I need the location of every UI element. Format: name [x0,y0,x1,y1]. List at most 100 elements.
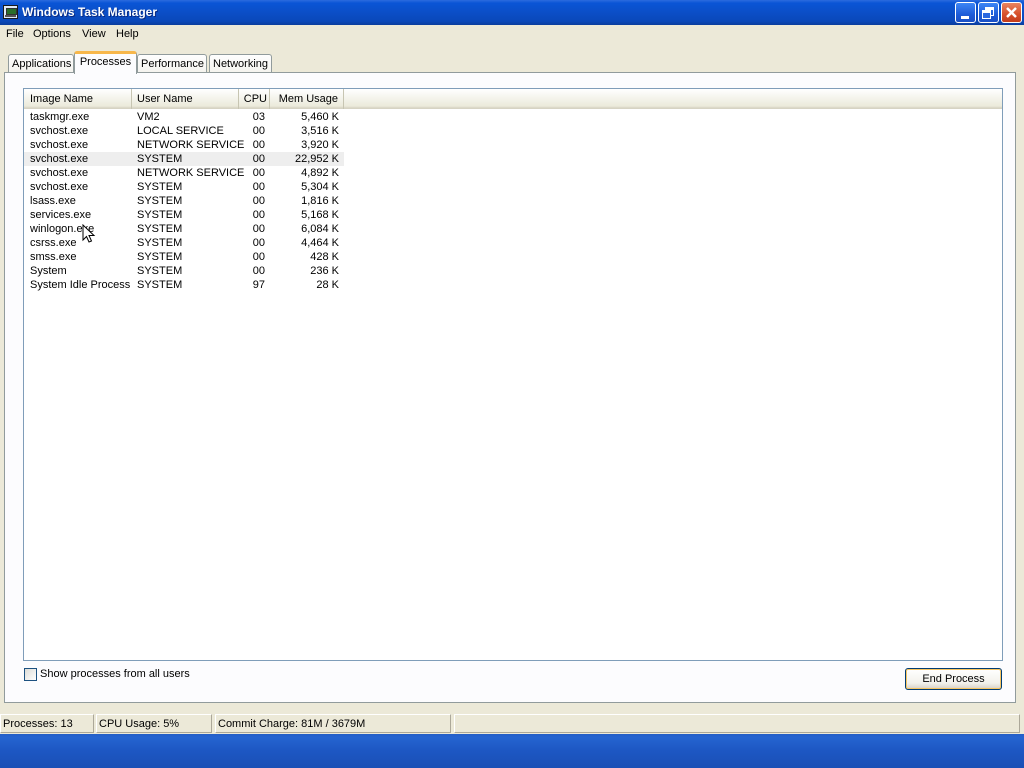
taskbar [0,734,1024,768]
process-mem-usage: 3,516 K [301,125,339,137]
process-mem-usage: 5,460 K [301,111,339,123]
process-mem-usage: 28 K [316,279,339,291]
table-row[interactable]: services.exe SYSTEM 00 5,168 K [24,208,1002,222]
process-rows: taskmgr.exe VM2 03 5,460 K svchost.exe LOCAL … [24,110,1002,292]
status-commit-charge: Commit Charge: 81M / 3679M [215,714,451,733]
table-row[interactable]: svchost.exe NETWORK SERVICE 00 4,892 K [24,166,1002,180]
process-image-name: svchost.exe [30,139,89,151]
column-header-cpu[interactable]: CPU [239,89,270,109]
process-image-name: services.exe [30,209,92,221]
process-image-name: lsass.exe [30,195,76,207]
process-image-name: svchost.exe [24,152,132,166]
process-image-name: svchost.exe [30,125,89,137]
process-mem-usage: 3,920 K [301,139,339,151]
task-manager-icon[interactable] [3,5,18,19]
process-mem-usage: 5,304 K [301,181,339,193]
close-icon [1006,7,1017,18]
status-empty-pane [454,714,1020,733]
status-cpu-usage: CPU Usage: 5% [96,714,212,733]
tab-networking[interactable]: Networking [209,54,272,73]
column-header-user-name[interactable]: User Name [132,89,239,109]
process-mem-usage: 6,084 K [301,223,339,235]
process-cpu: 00 [252,139,265,151]
table-row[interactable]: csrss.exe SYSTEM 00 4,464 K [24,236,1002,250]
process-user-name: SYSTEM [132,152,239,166]
process-user-name: SYSTEM [137,209,183,221]
table-row[interactable]: svchost.exe SYSTEM 00 5,304 K [24,180,1002,194]
process-cpu: 00 [252,167,265,179]
process-list[interactable]: Image Name User Name CPU Mem Usage taskm… [23,88,1003,661]
mouse-pointer-icon [82,224,96,243]
process-mem-usage: 4,892 K [301,167,339,179]
process-cpu: 00 [252,251,265,263]
restore-button[interactable] [978,2,999,23]
process-user-name: SYSTEM [137,195,183,207]
process-cpu: 00 [252,195,265,207]
show-all-users-label[interactable]: Show processes from all users [40,668,190,680]
menu-bar: File Options View Help [0,25,1024,45]
process-cpu: 00 [239,152,270,166]
tab-applications[interactable]: Applications [8,54,74,73]
process-cpu: 00 [252,237,265,249]
process-mem-usage: 1,816 K [301,195,339,207]
process-mem-usage: 428 K [310,251,339,263]
tab-performance[interactable]: Performance [137,54,207,73]
end-process-button[interactable]: End Process [905,668,1002,690]
table-row[interactable]: taskmgr.exe VM2 03 5,460 K [24,110,1002,124]
process-image-name: svchost.exe [30,181,89,193]
status-processes: Processes: 13 [0,714,94,733]
table-row[interactable]: winlogon.exe SYSTEM 00 6,084 K [24,222,1002,236]
process-mem-usage: 236 K [310,265,339,277]
process-cpu: 00 [252,125,265,137]
restore-icon-back [982,10,991,19]
process-cpu: 03 [252,111,265,123]
process-user-name: NETWORK SERVICE [137,167,245,179]
process-cpu: 97 [252,279,265,291]
window-title: Windows Task Manager [22,5,158,19]
column-header-image-name[interactable]: Image Name [24,89,132,109]
process-mem-usage: 5,168 K [301,209,339,221]
process-user-name: NETWORK SERVICE [137,139,245,151]
process-image-name: smss.exe [30,251,77,263]
menu-file[interactable]: File [6,28,24,40]
process-user-name: SYSTEM [137,251,183,263]
minimize-icon [961,16,969,19]
process-image-name: System Idle Process [30,279,131,291]
table-row[interactable]: smss.exe SYSTEM 00 428 K [24,250,1002,264]
list-header: Image Name User Name CPU Mem Usage [24,89,1002,109]
process-user-name: VM2 [137,111,160,123]
minimize-button[interactable] [955,2,976,23]
menu-help[interactable]: Help [116,28,139,40]
process-image-name: csrss.exe [30,237,77,249]
status-bar: Processes: 13 CPU Usage: 5% Commit Charg… [0,712,1024,734]
tab-processes[interactable]: Processes [74,51,137,74]
process-image-name: System [30,265,67,277]
process-cpu: 00 [252,209,265,221]
process-user-name: SYSTEM [137,265,183,277]
menu-options[interactable]: Options [33,28,71,40]
table-row[interactable]: svchost.exe NETWORK SERVICE 00 3,920 K [24,138,1002,152]
process-user-name: SYSTEM [137,223,183,235]
process-user-name: SYSTEM [137,237,183,249]
process-user-name: SYSTEM [137,279,183,291]
process-image-name: taskmgr.exe [30,111,90,123]
table-row[interactable]: System SYSTEM 00 236 K [24,264,1002,278]
table-row[interactable]: svchost.exe LOCAL SERVICE 00 3,516 K [24,124,1002,138]
process-cpu: 00 [252,181,265,193]
process-mem-usage: 4,464 K [301,237,339,249]
process-user-name: LOCAL SERVICE [137,125,224,137]
table-row[interactable]: svchost.exe SYSTEM 00 22,952 K [24,152,1002,166]
show-all-users-checkbox[interactable] [24,668,37,681]
menu-view[interactable]: View [82,28,106,40]
table-row[interactable]: lsass.exe SYSTEM 00 1,816 K [24,194,1002,208]
process-image-name: svchost.exe [30,167,89,179]
process-user-name: SYSTEM [137,181,183,193]
column-header-mem-usage[interactable]: Mem Usage [270,89,344,109]
process-cpu: 00 [252,223,265,235]
title-bar: Windows Task Manager [0,0,1024,25]
process-image-name: winlogon.exe [30,223,95,235]
close-button[interactable] [1001,2,1022,23]
process-cpu: 00 [252,265,265,277]
table-row[interactable]: System Idle Process SYSTEM 97 28 K [24,278,1002,292]
process-mem-usage: 22,952 K [270,152,344,166]
